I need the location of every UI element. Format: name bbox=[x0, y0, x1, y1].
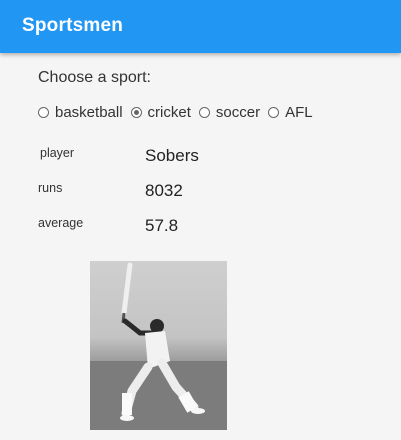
radio-cricket-circle[interactable] bbox=[130, 107, 142, 118]
app-title: Sportsmen bbox=[22, 15, 124, 36]
player-value: Sobers bbox=[145, 146, 199, 165]
radio-soccer[interactable]: soccer bbox=[198, 104, 260, 121]
radio-afl-label[interactable]: AFL bbox=[285, 104, 313, 121]
radio-afl-circle[interactable] bbox=[268, 107, 280, 118]
sport-prompt: Choose a sport: bbox=[38, 69, 151, 86]
radio-afl[interactable]: AFL bbox=[268, 104, 313, 121]
radio-basketball-circle[interactable] bbox=[38, 107, 49, 118]
radio-soccer-label[interactable]: soccer bbox=[216, 104, 260, 121]
radio-basketball[interactable]: basketball bbox=[38, 104, 123, 121]
app-bar: Sportsmen bbox=[0, 0, 401, 53]
player-photo bbox=[90, 261, 227, 430]
player-label: player bbox=[40, 146, 75, 160]
runs-value: 8032 bbox=[145, 181, 183, 200]
runs-label: runs bbox=[38, 181, 63, 195]
radio-basketball-label[interactable]: basketball bbox=[55, 104, 123, 121]
radio-cricket[interactable]: cricket bbox=[130, 104, 191, 121]
sport-radio-group: basketball cricket soccer AFL bbox=[38, 104, 321, 121]
radio-cricket-label[interactable]: cricket bbox=[148, 104, 191, 121]
cricketer-batting-image bbox=[90, 262, 227, 430]
average-label: average bbox=[38, 216, 84, 230]
radio-soccer-circle[interactable] bbox=[198, 107, 210, 118]
average-value: 57.8 bbox=[145, 216, 179, 235]
